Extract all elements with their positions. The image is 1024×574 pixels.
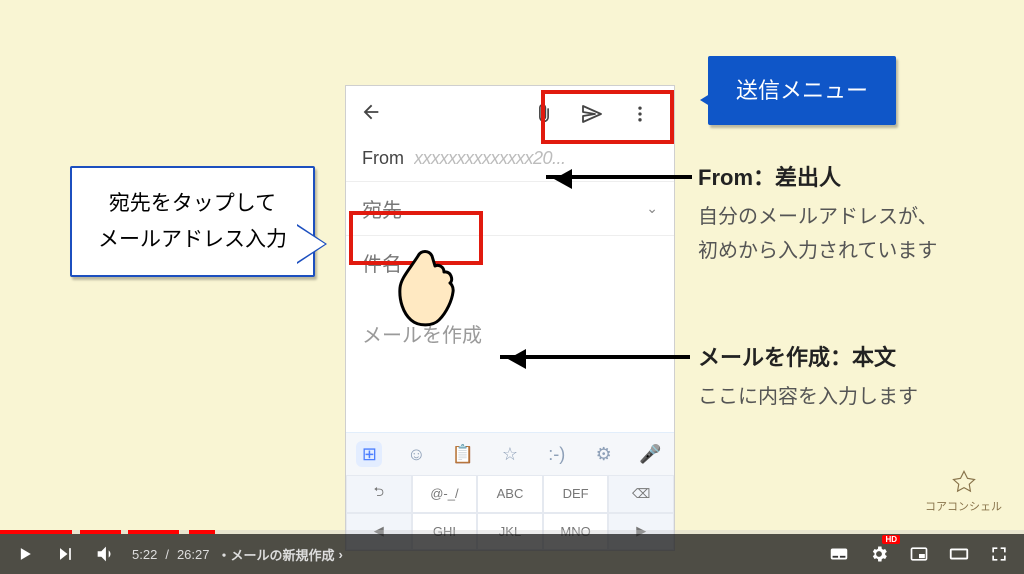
brand-logo: コアコンシェル (925, 469, 1002, 514)
key-backspace[interactable]: ⌫ (608, 475, 674, 513)
anno-body-sub: ここに内容を入力します (698, 380, 918, 414)
callout-atesaki: 宛先をタップして メールアドレス入力 (70, 166, 315, 277)
video-control-bar: 5:22 / 26:27 ・メールの新規作成 › (0, 534, 1024, 574)
current-time: 5:22 (132, 547, 157, 562)
volume-button[interactable] (92, 541, 118, 567)
more-menu-icon[interactable] (620, 94, 660, 134)
kb-mic-icon[interactable]: 🎤 (637, 441, 663, 467)
kb-star-icon[interactable]: ☆ (497, 441, 523, 467)
fullscreen-button[interactable] (986, 541, 1012, 567)
anno-from-sub: 自分のメールアドレスが、 初めから入力されています (698, 200, 938, 268)
key-sym[interactable]: @-_/ (412, 475, 478, 513)
to-field[interactable]: 宛先 ⌄ (346, 181, 674, 235)
next-button[interactable] (52, 541, 78, 567)
kb-emoji-icon[interactable]: ☺ (403, 441, 429, 467)
play-button[interactable] (12, 541, 38, 567)
attachment-icon[interactable] (524, 94, 564, 134)
anno-from-title: From：差出人 (698, 160, 841, 192)
send-icon[interactable] (572, 94, 612, 134)
chevron-down-icon[interactable]: ⌄ (646, 200, 658, 217)
callout-line1: 宛先をタップして (94, 186, 291, 222)
time-and-chapter[interactable]: 5:22 / 26:27 ・メールの新規作成 › (132, 545, 343, 564)
callout-line2: メールアドレス入力 (94, 222, 291, 258)
chapter-chevron-icon: › (339, 547, 343, 562)
kb-grid-icon[interactable]: ⊞ (356, 441, 382, 467)
arrow-from (546, 175, 692, 179)
compose-toolbar (346, 86, 674, 142)
captions-button[interactable] (826, 541, 852, 567)
kb-settings-icon[interactable]: ⚙ (591, 441, 617, 467)
brand-name: コアコンシェル (925, 501, 1002, 514)
key-def[interactable]: DEF (543, 475, 609, 513)
duration: 26:27 (177, 547, 210, 562)
kb-clipboard-icon[interactable]: 📋 (450, 441, 476, 467)
key-abc[interactable]: ABC (477, 475, 543, 513)
from-value: xxxxxxxxxxxxxx20... (414, 148, 658, 169)
callout-blue-text: 送信メニュー (736, 78, 868, 103)
from-label: From (362, 148, 404, 169)
miniplayer-button[interactable] (906, 541, 932, 567)
theater-button[interactable] (946, 541, 972, 567)
finger-pointer-icon (394, 248, 460, 328)
kb-kaomoji-icon[interactable]: :-) (544, 441, 570, 467)
anno-body-title: メールを作成：本文 (698, 340, 896, 372)
arrow-body (500, 355, 690, 359)
settings-button[interactable] (866, 541, 892, 567)
keyboard-row-1: ⮌ @-_/ ABC DEF ⌫ (346, 475, 674, 513)
back-button[interactable] (360, 99, 382, 130)
callout-send-menu: 送信メニュー (708, 56, 896, 125)
body-placeholder: メールを作成 (362, 325, 482, 347)
keyboard-toolbar: ⊞ ☺ 📋 ☆ :-) ⚙ 🎤 (346, 433, 674, 475)
key-undo[interactable]: ⮌ (346, 475, 412, 513)
chapter-title: ・メールの新規作成 (217, 545, 334, 564)
to-label: 宛先 (362, 194, 402, 223)
